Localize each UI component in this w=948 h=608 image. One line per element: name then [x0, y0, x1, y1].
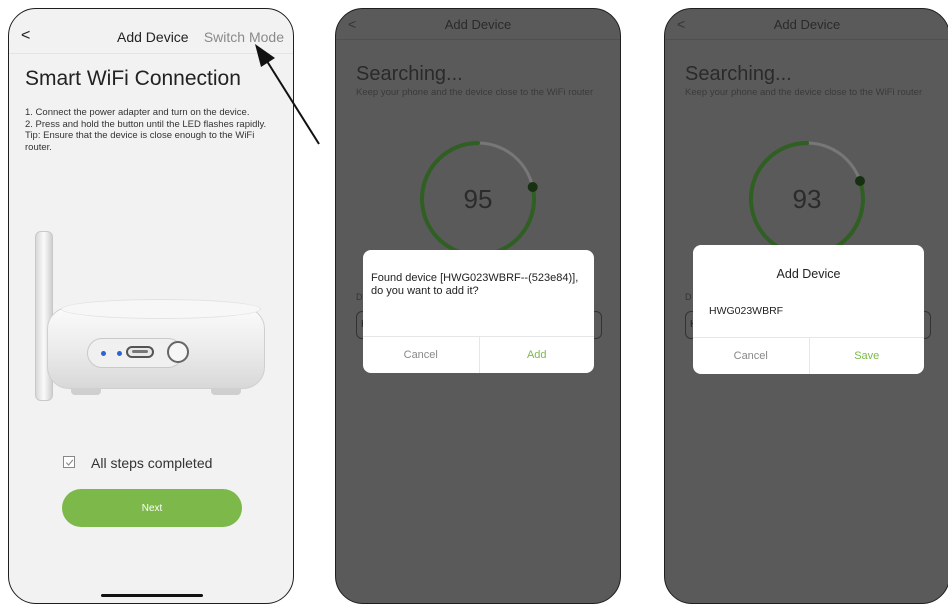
device-button-icon: [167, 341, 189, 363]
cancel-button[interactable]: Cancel: [363, 337, 479, 373]
page-title: Add Device: [444, 17, 512, 32]
page-title: Add Device: [773, 17, 841, 32]
field-label: D: [356, 292, 363, 302]
chevron-left-icon[interactable]: <: [21, 27, 30, 45]
phone-screen-add-device: < Add Device Searching... Keep your phon…: [664, 8, 948, 604]
next-button[interactable]: Next: [62, 489, 242, 527]
field-label: D: [685, 292, 692, 302]
searching-subtitle: Keep your phone and the device close to …: [685, 87, 923, 98]
cancel-button[interactable]: Cancel: [693, 338, 809, 374]
checkbox-label: All steps completed: [91, 455, 213, 471]
header-divider: [665, 39, 948, 40]
device-foot: [211, 389, 241, 395]
checkmark-icon: [65, 459, 74, 466]
led-indicator: [117, 351, 122, 356]
page-title: Add Device: [117, 29, 189, 45]
dialog-message: Found device [HWG023WBRF--(523e84)], do …: [371, 272, 579, 297]
found-device-dialog: Found device [HWG023WBRF--(523e84)], do …: [363, 250, 594, 373]
usb-port-icon: [126, 346, 154, 358]
dialog-title: Add Device: [776, 267, 841, 281]
nav-header: < Add Device: [665, 15, 948, 37]
save-button[interactable]: Save: [808, 338, 925, 374]
searching-heading: Searching...: [356, 63, 463, 85]
section-heading: Smart WiFi Connection: [25, 67, 241, 90]
led-indicator: [101, 351, 106, 356]
device-foot: [71, 389, 101, 395]
searching-subtitle: Keep your phone and the device close to …: [356, 87, 594, 98]
countdown-value: 95: [463, 184, 493, 214]
all-steps-checkbox[interactable]: [63, 456, 75, 468]
phone-screen-found-device: < Add Device Searching... Keep your phon…: [335, 8, 621, 604]
home-indicator: [101, 594, 203, 597]
annotation-arrow-icon: [255, 44, 320, 145]
add-button[interactable]: Add: [478, 337, 595, 373]
add-device-dialog: Add Device HWG023WBRF Cancel Save: [693, 245, 924, 374]
countdown-value: 93: [792, 184, 822, 214]
device-illustration: [31, 231, 271, 401]
device-top: [61, 299, 261, 319]
header-divider: [336, 39, 620, 40]
searching-heading: Searching...: [685, 63, 792, 85]
device-name-field[interactable]: HWG023WBRF: [709, 305, 783, 317]
nav-header: < Add Device: [336, 15, 620, 37]
